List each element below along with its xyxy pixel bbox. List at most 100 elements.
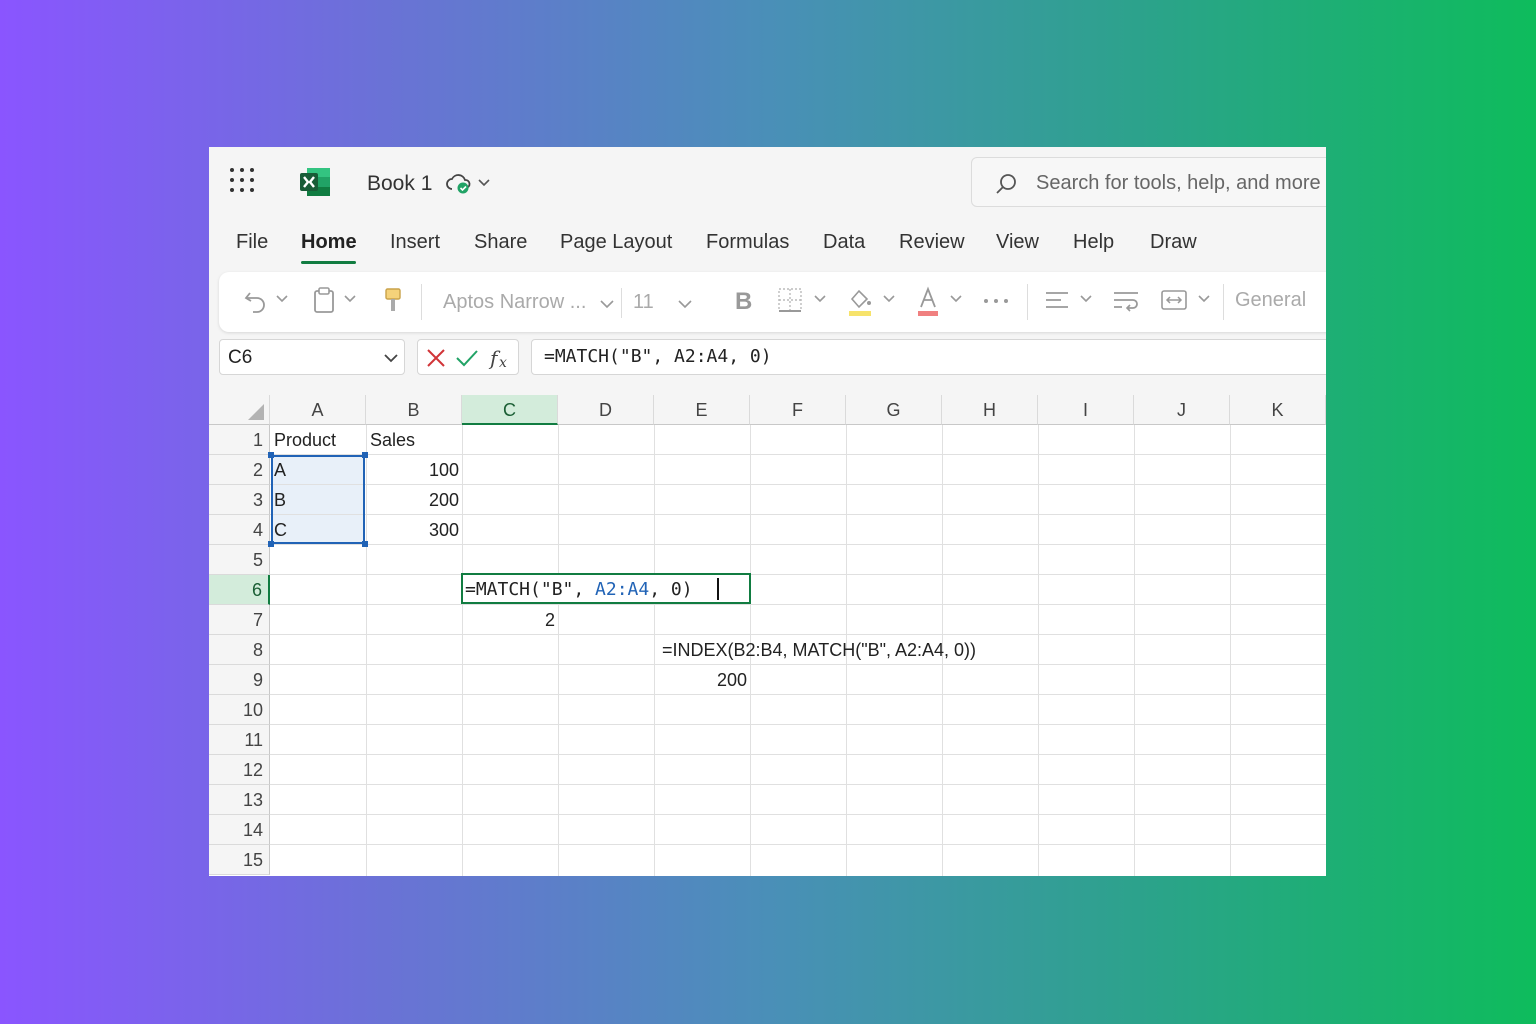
formula-reference-border bbox=[271, 455, 365, 544]
format-painter-icon[interactable] bbox=[381, 285, 405, 315]
ribbon-divider bbox=[421, 284, 422, 320]
chevron-down-icon bbox=[600, 300, 614, 309]
clipboard-icon[interactable] bbox=[311, 285, 337, 315]
borders-icon[interactable] bbox=[775, 285, 805, 315]
column-header-a[interactable]: A bbox=[270, 395, 366, 425]
range-handle[interactable] bbox=[362, 452, 368, 458]
select-all-corner[interactable] bbox=[209, 395, 270, 425]
fill-color-icon[interactable] bbox=[845, 285, 875, 317]
column-header-c[interactable]: C bbox=[462, 395, 558, 425]
row-header-2[interactable]: 2 bbox=[209, 455, 270, 485]
font-color-dropdown-icon[interactable] bbox=[949, 292, 963, 306]
tab-help[interactable]: Help bbox=[1073, 231, 1114, 254]
grid-line bbox=[654, 425, 655, 876]
number-format-select[interactable]: General bbox=[1235, 289, 1306, 312]
active-cell-c6[interactable]: =MATCH("B", A2:A4, 0) bbox=[461, 573, 751, 604]
tab-insert[interactable]: Insert bbox=[390, 231, 440, 254]
align-icon[interactable] bbox=[1043, 285, 1071, 315]
merge-icon[interactable] bbox=[1159, 285, 1189, 315]
font-size-select[interactable]: 11 bbox=[623, 286, 699, 320]
cloud-saved-icon[interactable] bbox=[445, 171, 473, 195]
edit-reference: A2:A4 bbox=[595, 579, 650, 600]
align-dropdown-icon[interactable] bbox=[1079, 292, 1093, 306]
title-bar: Book 1 bbox=[209, 147, 1326, 219]
row-header-4[interactable]: 4 bbox=[209, 515, 270, 545]
svg-text:B: B bbox=[735, 288, 752, 315]
grid-line bbox=[1038, 425, 1039, 876]
cell-c7[interactable]: 2 bbox=[462, 605, 555, 635]
tab-draw[interactable]: Draw bbox=[1150, 231, 1197, 254]
insert-function-icon[interactable]: f x bbox=[488, 344, 514, 372]
tab-view[interactable]: View bbox=[996, 231, 1039, 254]
font-size-value: 11 bbox=[633, 291, 654, 313]
row-header-13[interactable]: 13 bbox=[209, 785, 270, 815]
cell-b4[interactable]: 300 bbox=[366, 515, 459, 545]
row-header-7[interactable]: 7 bbox=[209, 605, 270, 635]
column-header-b[interactable]: B bbox=[366, 395, 462, 425]
merge-dropdown-icon[interactable] bbox=[1197, 292, 1211, 306]
confirm-icon[interactable] bbox=[454, 346, 480, 370]
undo-icon[interactable] bbox=[241, 285, 271, 315]
cell-b2[interactable]: 100 bbox=[366, 455, 459, 485]
paste-dropdown-icon[interactable] bbox=[343, 292, 357, 306]
tab-review[interactable]: Review bbox=[899, 231, 965, 254]
font-name-value: Aptos Narrow ... bbox=[443, 291, 587, 313]
column-header-h[interactable]: H bbox=[942, 395, 1038, 425]
column-header-d[interactable]: D bbox=[558, 395, 654, 425]
borders-dropdown-icon[interactable] bbox=[813, 292, 827, 306]
column-header-e[interactable]: E bbox=[654, 395, 750, 425]
column-header-f[interactable]: F bbox=[750, 395, 846, 425]
book-title[interactable]: Book 1 bbox=[367, 172, 432, 196]
row-header-5[interactable]: 5 bbox=[209, 545, 270, 575]
wrap-text-icon[interactable] bbox=[1111, 285, 1141, 315]
formula-input[interactable]: =MATCH("B", A2:A4, 0) bbox=[531, 339, 1326, 375]
tab-share[interactable]: Share bbox=[474, 231, 527, 254]
range-handle[interactable] bbox=[268, 452, 274, 458]
more-icon[interactable] bbox=[981, 294, 1011, 308]
cancel-icon[interactable] bbox=[424, 346, 448, 370]
row-header-14[interactable]: 14 bbox=[209, 815, 270, 845]
row-header-8[interactable]: 8 bbox=[209, 635, 270, 665]
font-name-select[interactable]: Aptos Narrow ... bbox=[431, 286, 621, 320]
chevron-down-icon[interactable] bbox=[477, 175, 491, 189]
undo-dropdown-icon[interactable] bbox=[275, 292, 289, 306]
cell-edit-text[interactable]: =MATCH("B", A2:A4, 0) bbox=[465, 579, 693, 600]
column-header-k[interactable]: K bbox=[1230, 395, 1326, 425]
font-color-icon[interactable] bbox=[915, 285, 941, 317]
column-header-j[interactable]: J bbox=[1134, 395, 1230, 425]
row-header-9[interactable]: 9 bbox=[209, 665, 270, 695]
tab-home[interactable]: Home bbox=[301, 231, 357, 254]
row-header-15[interactable]: 15 bbox=[209, 845, 270, 875]
tab-page-layout[interactable]: Page Layout bbox=[560, 231, 672, 254]
row-header-10[interactable]: 10 bbox=[209, 695, 270, 725]
name-box-value: C6 bbox=[228, 347, 253, 368]
column-header-i[interactable]: I bbox=[1038, 395, 1134, 425]
row-header-11[interactable]: 11 bbox=[209, 725, 270, 755]
row-header-6[interactable]: 6 bbox=[209, 575, 270, 605]
name-box[interactable]: C6 bbox=[219, 339, 405, 375]
column-header-g[interactable]: G bbox=[846, 395, 942, 425]
row-header-1[interactable]: 1 bbox=[209, 425, 270, 455]
cell-e8[interactable]: =INDEX(B2:B4, MATCH("B", A2:A4, 0)) bbox=[662, 635, 976, 665]
search-box[interactable] bbox=[971, 157, 1326, 207]
edit-prefix: =MATCH("B", bbox=[465, 579, 596, 600]
worksheet-grid: A B C D E F G H I J K 1 2 3 4 5 6 7 8 9 … bbox=[209, 395, 1326, 876]
cell-b3[interactable]: 200 bbox=[366, 485, 459, 515]
tab-formulas[interactable]: Formulas bbox=[706, 231, 789, 254]
grid-line bbox=[270, 844, 1326, 845]
bold-icon[interactable]: B bbox=[731, 285, 755, 315]
range-handle[interactable] bbox=[268, 541, 274, 547]
fill-dropdown-icon[interactable] bbox=[882, 292, 896, 306]
cell-b1[interactable]: Sales bbox=[370, 425, 415, 455]
app-launcher-icon[interactable] bbox=[230, 168, 256, 194]
grid-line bbox=[1230, 425, 1231, 876]
cell-a1[interactable]: Product bbox=[274, 425, 336, 455]
tab-data[interactable]: Data bbox=[823, 231, 865, 254]
range-handle[interactable] bbox=[362, 541, 368, 547]
chevron-down-icon[interactable] bbox=[382, 350, 400, 366]
row-header-3[interactable]: 3 bbox=[209, 485, 270, 515]
tab-file[interactable]: File bbox=[236, 231, 268, 254]
row-header-12[interactable]: 12 bbox=[209, 755, 270, 785]
search-input[interactable] bbox=[1036, 170, 1326, 196]
cell-e9[interactable]: 200 bbox=[654, 665, 747, 695]
